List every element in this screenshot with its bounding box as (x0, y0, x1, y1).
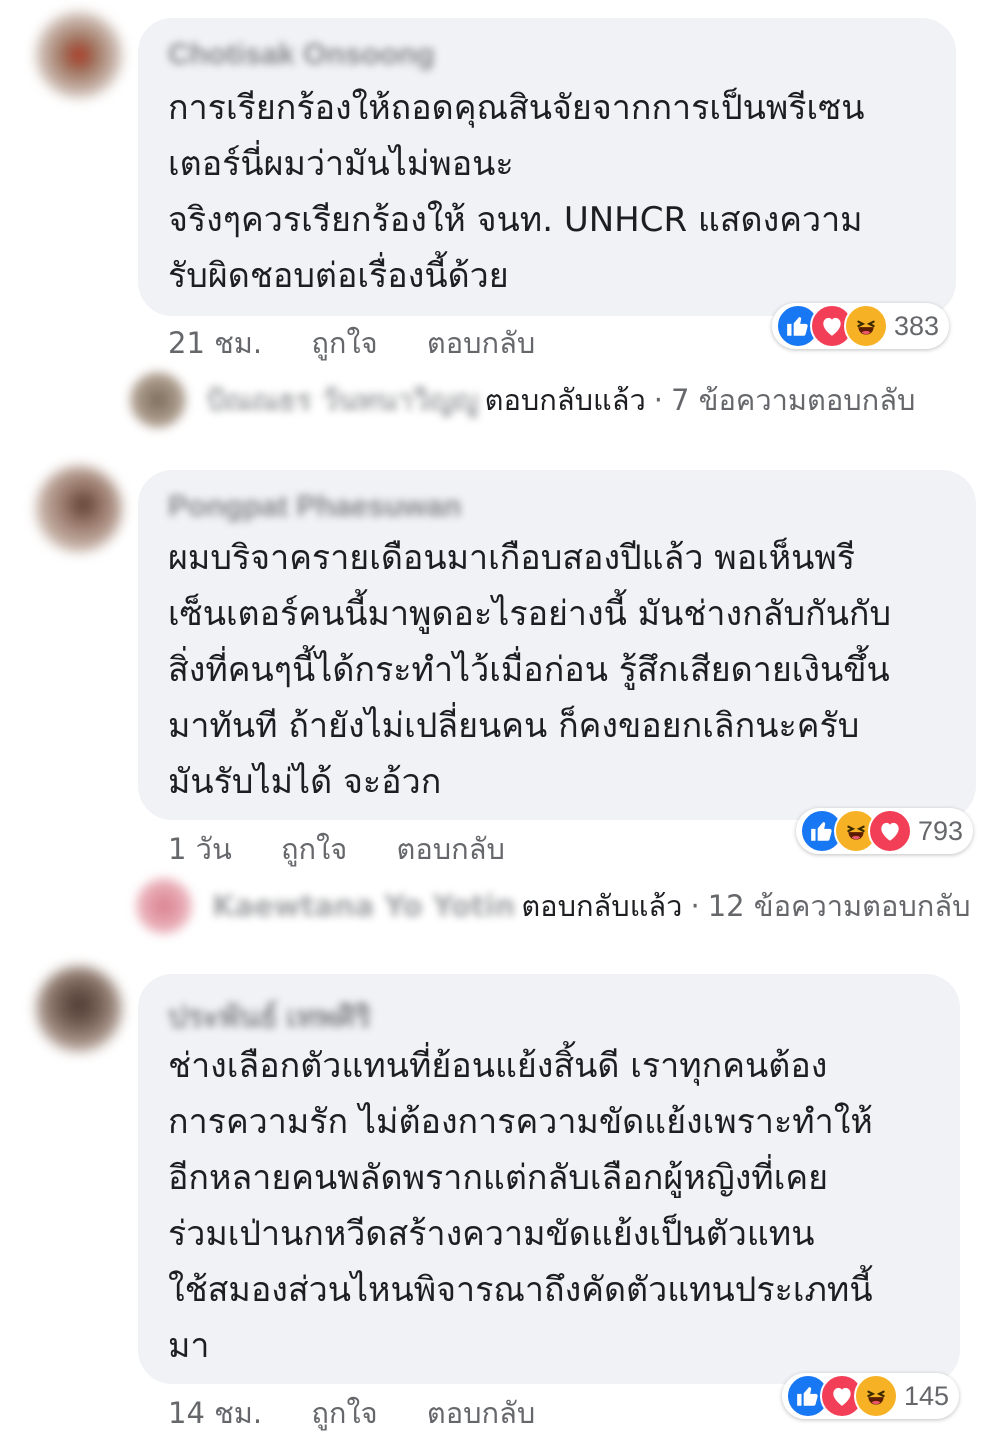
reply-button[interactable]: ตอบกลับ (427, 1390, 535, 1436)
avatar[interactable] (36, 966, 122, 1052)
comment-text: ผมบริจาครายเดือนมาเกือบสองปีแล้ว พอเห็นพ… (168, 538, 892, 802)
comment-timestamp[interactable]: 14 ชม. (168, 1390, 262, 1436)
reaction-summary[interactable]: 793 (796, 808, 974, 854)
like-button[interactable]: ถูกใจ (281, 826, 347, 872)
reply-button[interactable]: ตอบกลับ (397, 826, 505, 872)
comment-author[interactable]: ประพันธ์ เทพศิริ (168, 994, 371, 1041)
comment-text: การเรียกร้องให้ถอดคุณสินจัยจากการเป็นพรี… (168, 88, 865, 296)
reaction-count: 145 (904, 1380, 950, 1411)
reply-author-name: ปัณณธร วันทนาวิญญู (206, 383, 479, 417)
reply-count: 7 ข้อความตอบกลับ (671, 383, 916, 417)
comment-author[interactable]: Chotisak Onsoong (168, 38, 435, 72)
reply-count: 12 ข้อความตอบกลับ (707, 889, 971, 923)
reply-author-name: Kaewtana Yo Yotin (212, 889, 516, 923)
reply-button[interactable]: ตอบกลับ (427, 320, 535, 366)
reply-author-avatar (136, 878, 192, 934)
reply-author-avatar (130, 372, 186, 428)
reaction-summary[interactable]: 383 (772, 303, 950, 349)
replied-label: ตอบกลับแล้ว (521, 889, 683, 923)
laughing-face-icon (854, 1374, 898, 1418)
reaction-summary[interactable]: 145 (782, 1373, 960, 1419)
comment-text: ช่างเลือกตัวแทนที่ย้อนแย้งสิ้นดี เราทุกค… (168, 1046, 873, 1366)
comment-timestamp[interactable]: 21 ชม. (168, 320, 262, 366)
like-button[interactable]: ถูกใจ (311, 320, 377, 366)
avatar[interactable] (36, 12, 122, 98)
separator: · (653, 383, 664, 417)
laughing-face-icon (844, 304, 888, 348)
view-replies-link[interactable]: ปัณณธร วันทนาวิญญู ตอบกลับแล้ว · 7 ข้อคว… (130, 372, 915, 428)
like-button[interactable]: ถูกใจ (311, 1390, 377, 1436)
avatar[interactable] (36, 466, 122, 552)
comment-actions: 14 ชม. ถูกใจ ตอบกลับ (168, 1390, 535, 1436)
reaction-count: 793 (918, 815, 964, 846)
separator: · (690, 889, 700, 923)
replied-label: ตอบกลับแล้ว (484, 383, 646, 417)
comment-actions: 1 วัน ถูกใจ ตอบกลับ (168, 826, 505, 872)
view-replies-link[interactable]: Kaewtana Yo Yotin ตอบกลับแล้ว · 12 ข้อคว… (136, 878, 971, 934)
reaction-count: 383 (894, 310, 940, 341)
comment-author[interactable]: Pongpat Phaesuwan (168, 490, 461, 524)
comment-actions: 21 ชม. ถูกใจ ตอบกลับ (168, 320, 535, 366)
heart-icon (868, 809, 912, 853)
comment-timestamp[interactable]: 1 วัน (168, 826, 232, 872)
